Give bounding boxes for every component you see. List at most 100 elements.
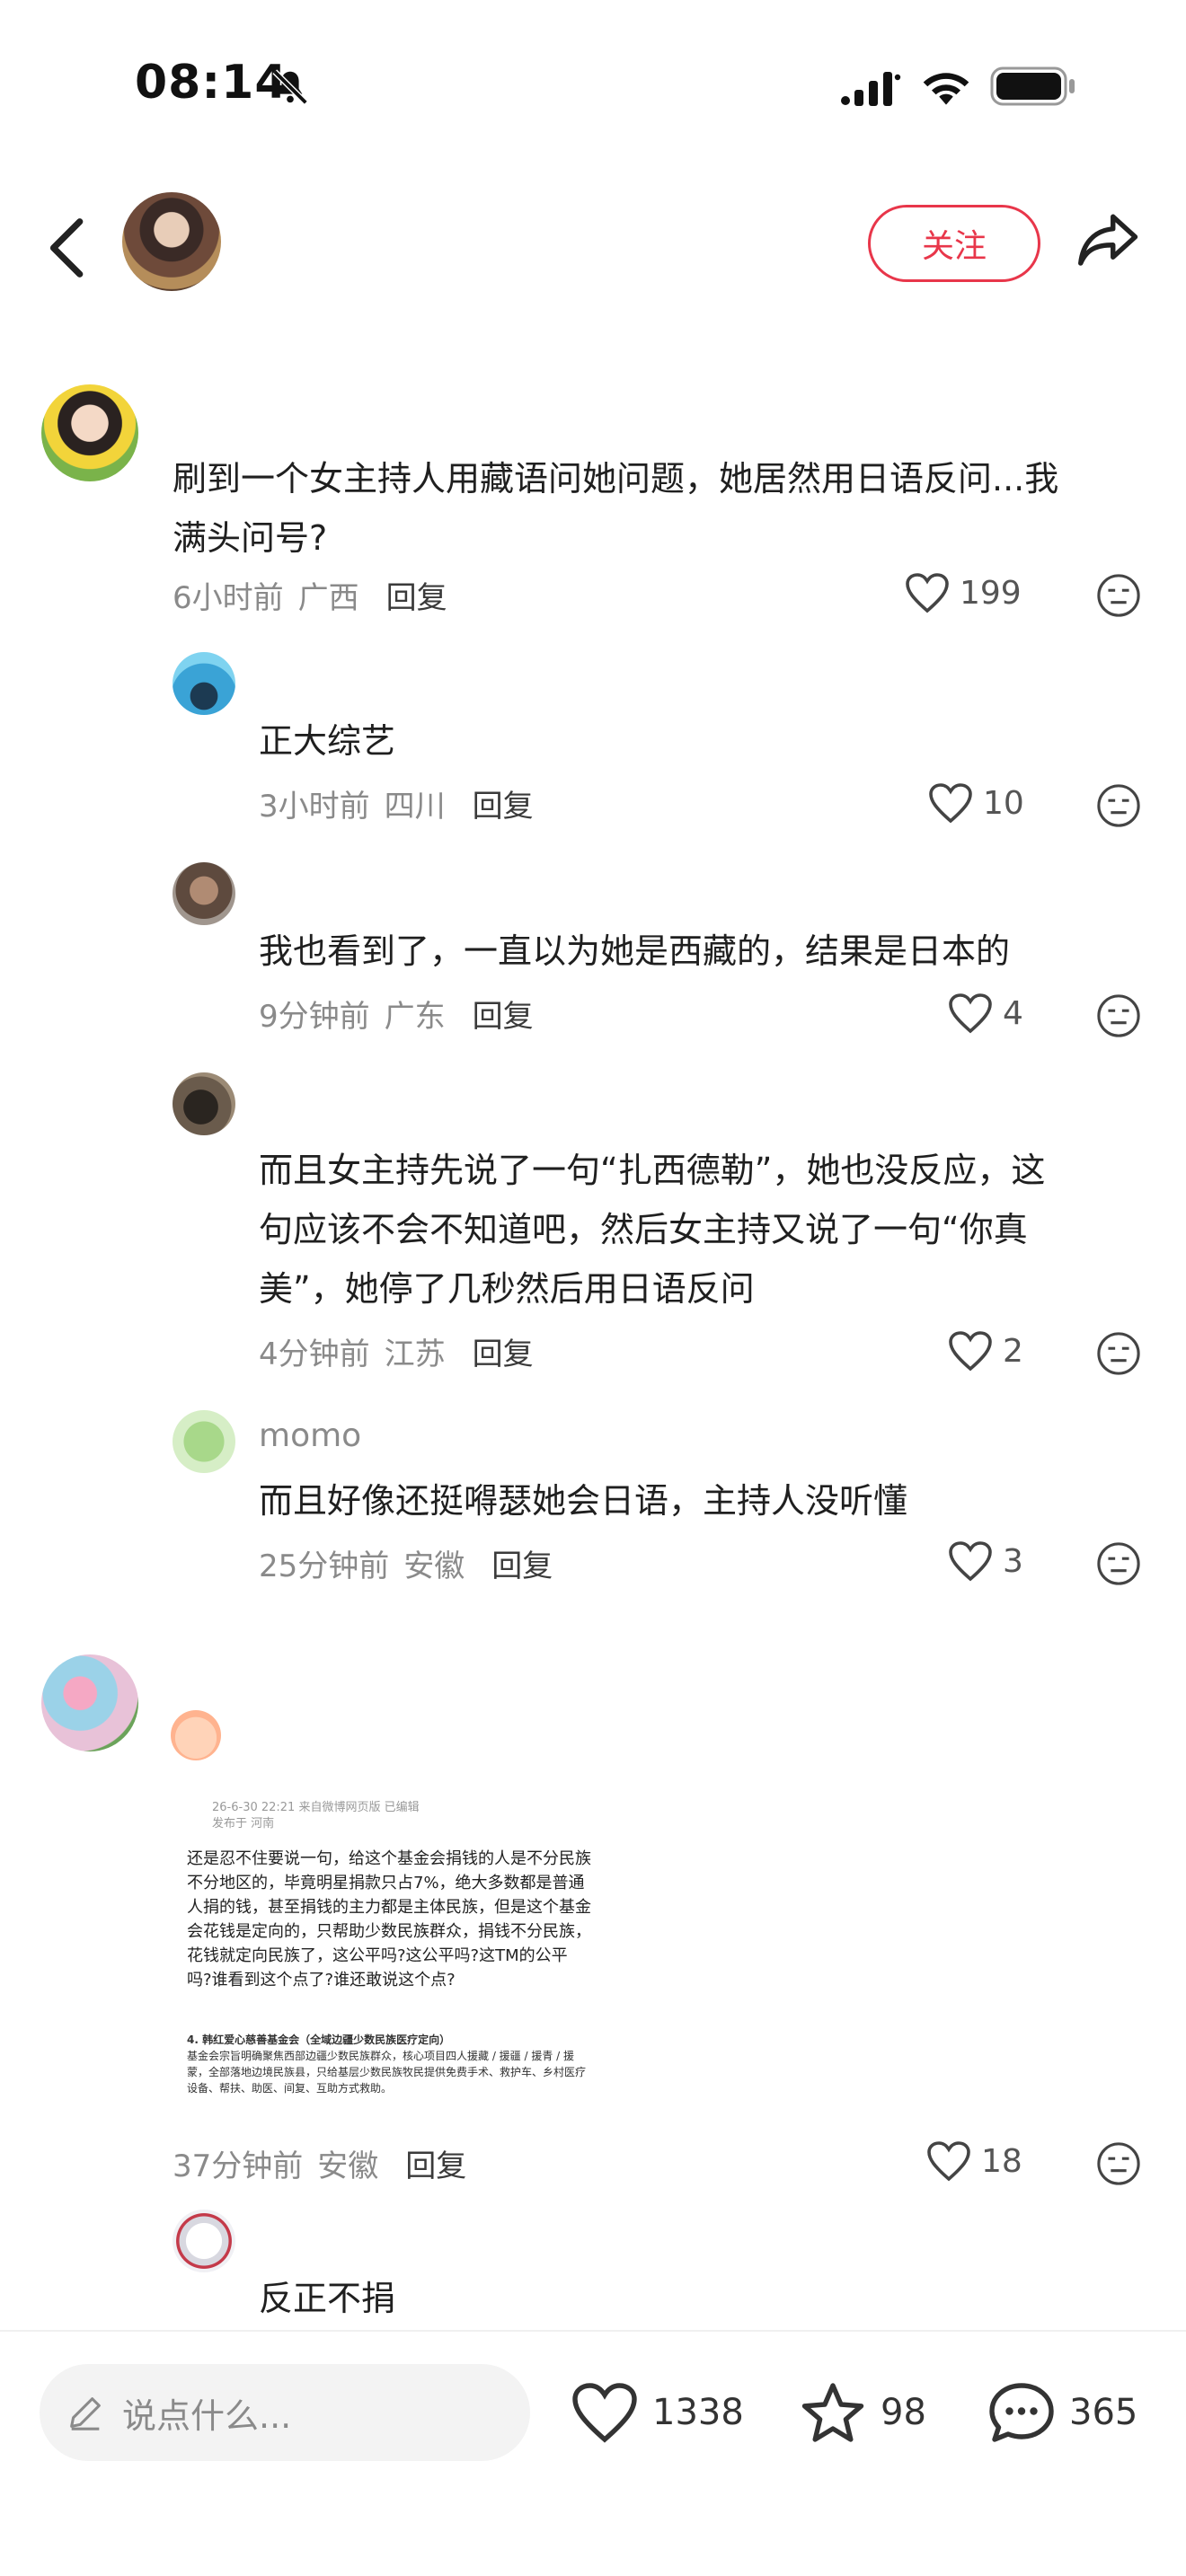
heart-icon [572, 2383, 637, 2443]
like-count: 199 [960, 574, 1022, 612]
battery-icon [990, 66, 1075, 106]
avatar[interactable] [41, 1654, 138, 1751]
heart-icon [929, 783, 972, 824]
reply-text-line: 而且女主持先说了一句“扎西德勒”，她也没反应，这 [259, 1151, 1046, 1190]
post-collect-count: 98 [881, 2392, 926, 2433]
reply-text: 我也看到了，一直以为她是西藏的，结果是日本的 [259, 931, 1011, 971]
reply-text-line: 美”，她停了几秒然后用日语反问 [259, 1269, 755, 1309]
image-header-line: 发布于 河南 [212, 1817, 275, 1831]
comment-meta: 4分钟前 江苏 回复 [259, 1329, 534, 1373]
heart-icon [949, 1541, 992, 1582]
like-button[interactable]: 199 [904, 571, 1022, 614]
heart-icon [949, 1331, 992, 1372]
comment-location: 四川 [384, 789, 446, 825]
image-sub-section: 4. 韩红爱心慈善基金会（全域边疆少数民族医疗定向） 基金会宗旨明确聚焦西部边疆… [187, 2032, 591, 2096]
comment-location: 安徽 [317, 2148, 379, 2184]
username[interactable]: momo [259, 1417, 361, 1454]
comment-text-line: 刷到一个女主持人用藏语问她问题，她居然用日语反问...我 [173, 459, 1059, 498]
comment-input-placeholder: 说点什么... [122, 2395, 292, 2436]
post-comment-button[interactable]: 365 [987, 2380, 1137, 2445]
comment-time: 4分钟前 [259, 1337, 370, 1372]
comment-time: 3小时前 [259, 789, 370, 825]
comment-location: 江苏 [384, 1337, 446, 1372]
comment-time: 37分钟前 [173, 2148, 304, 2184]
comment-text-line: 满头问号? [173, 518, 328, 558]
reply-text: 反正不捐 [259, 2279, 396, 2318]
dislike-face-icon[interactable] [1096, 573, 1141, 618]
wifi-icon [923, 73, 969, 105]
like-count: 4 [1003, 994, 1023, 1032]
like-count: 2 [1003, 1332, 1023, 1370]
comment-time: 25分钟前 [259, 1548, 390, 1584]
reply-button[interactable]: 回复 [491, 1541, 553, 1585]
image-body-text: 还是忍不住要说一句，给这个基金会捐钱的人是不分民族不分地区的，毕竟明星捐款只占7… [187, 1849, 591, 1989]
post-like-count: 1338 [652, 2392, 744, 2433]
dislike-face-icon[interactable] [1096, 2141, 1141, 2186]
comment-text: 刷到一个女主持人用藏语问她问题，她居然用日语反问...我 满头问号? [173, 449, 1161, 568]
reply-button[interactable]: 回复 [405, 2141, 466, 2185]
bottom-bar: 说点什么... 1338 98 365 [0, 2330, 1186, 2576]
like-count: 18 [981, 2142, 1022, 2180]
signal-icon [841, 72, 901, 106]
comment-time: 9分钟前 [259, 999, 370, 1035]
like-button[interactable]: 10 [927, 781, 1024, 825]
avatar[interactable] [173, 2210, 235, 2272]
pencil-icon [70, 2397, 101, 2430]
comment-meta: 25分钟前 安徽 回复 [259, 1541, 553, 1585]
comment-meta: 37分钟前 安徽 回复 [173, 2141, 466, 2185]
dislike-face-icon[interactable] [1096, 1541, 1141, 1586]
reply-button[interactable]: 回复 [473, 781, 534, 825]
post-comment-count: 365 [1069, 2392, 1138, 2433]
follow-button[interactable]: 关注 [868, 205, 1040, 282]
comment-time: 6小时前 [173, 580, 284, 616]
crying-laugh-emoji-icon [171, 1710, 221, 1760]
bell-mute-icon [272, 69, 308, 105]
like-button[interactable]: 4 [947, 992, 1023, 1035]
reply-text: 而且女主持先说了一句“扎西德勒”，她也没反应，这 句应该不会不知道吧，然后女主持… [259, 1141, 1157, 1319]
like-count: 3 [1003, 1542, 1023, 1580]
image-header: 26-6-30 22:21 来自微博网页版 已编辑 发布于 河南 [212, 1800, 420, 1832]
post-collect-button[interactable]: 98 [798, 2380, 926, 2445]
avatar[interactable] [173, 1410, 235, 1473]
back-chevron-icon[interactable] [45, 216, 86, 280]
dislike-face-icon[interactable] [1096, 993, 1141, 1038]
image-sub-body: 基金会宗旨明确聚焦西部边疆少数民族群众，核心项目四人援藏 / 援疆 / 援青 /… [187, 2050, 587, 2095]
author-avatar[interactable] [122, 192, 221, 291]
dislike-face-icon[interactable] [1096, 1331, 1141, 1376]
image-header-line: 26-6-30 22:21 来自微博网页版 已编辑 [212, 1801, 420, 1814]
comment-meta: 9分钟前 广东 回复 [259, 992, 534, 1036]
image-sub-title: 4. 韩红爱心慈善基金会（全域边疆少数民族医疗定向） [187, 2033, 451, 2046]
share-icon[interactable] [1075, 207, 1139, 271]
comment-image[interactable]: 26-6-30 22:21 来自微博网页版 已编辑 发布于 河南 还是忍不住要说… [176, 1791, 600, 2100]
star-icon [801, 2383, 864, 2442]
heart-icon [949, 993, 992, 1034]
post-like-button[interactable]: 1338 [570, 2380, 744, 2445]
like-button[interactable]: 3 [947, 1539, 1023, 1583]
reply-button[interactable]: 回复 [473, 1329, 534, 1373]
avatar[interactable] [173, 1072, 235, 1135]
reply-text-line: 句应该不会不知道吧，然后女主持又说了一句“你真 [259, 1210, 1028, 1249]
avatar[interactable] [173, 862, 235, 925]
comment-location: 安徽 [403, 1548, 465, 1584]
header: 关注 [0, 171, 1186, 323]
avatar[interactable] [173, 652, 235, 715]
comment-input[interactable]: 说点什么... [40, 2364, 530, 2461]
reply-button[interactable]: 回复 [473, 992, 534, 1036]
like-button[interactable]: 2 [947, 1329, 1023, 1372]
reply-text: 正大综艺 [259, 721, 396, 761]
avatar[interactable] [41, 384, 138, 481]
status-time: 08:14 [135, 56, 288, 110]
comment-meta: 3小时前 四川 回复 [259, 781, 534, 825]
comment-location: 广东 [384, 999, 446, 1035]
heart-icon [927, 2141, 970, 2182]
reply-button[interactable]: 回复 [386, 573, 447, 617]
heart-icon [906, 573, 949, 613]
status-bar: 08:14 [0, 0, 1186, 171]
reply-text: 而且好像还挺嘚瑟她会日语，主持人没听懂 [259, 1481, 908, 1521]
comment-location: 广西 [297, 580, 359, 616]
comment-meta: 6小时前 广西 回复 [173, 573, 447, 617]
like-count: 10 [983, 784, 1024, 822]
like-button[interactable]: 18 [925, 2139, 1022, 2183]
dislike-face-icon[interactable] [1096, 783, 1141, 828]
chat-bubble-icon [989, 2383, 1054, 2442]
